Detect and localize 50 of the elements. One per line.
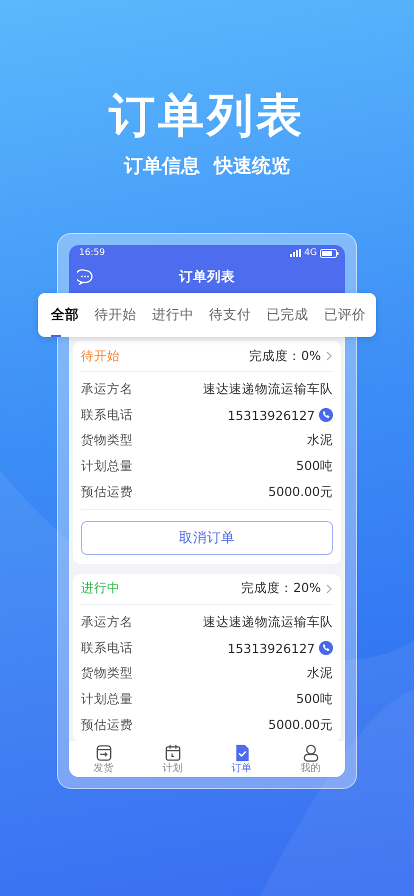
phone-icon[interactable] [319,641,333,656]
field-label: 承运方名 [81,614,133,632]
field-value: 5000.00元 [268,484,333,501]
field-label: 货物类型 [81,432,133,450]
nav-tab[interactable]: 我的 [286,743,336,774]
field-value: 5000.00元 [268,716,333,734]
progress-text: 完成度：0% [249,348,321,364]
tab[interactable]: 进行中 [152,293,194,337]
cancel-order-button[interactable]: 取消订单 [81,520,333,555]
field-value: 水泥 [307,665,333,682]
phone-icon[interactable] [319,408,333,422]
tab[interactable]: 已评价 [324,293,366,337]
chevron-icon[interactable] [325,584,333,594]
network-label: 4G [304,248,317,258]
person-icon [300,743,320,763]
chevron-icon[interactable] [325,351,333,361]
field-value: 水泥 [307,432,333,450]
tab[interactable]: 待开始 [94,293,136,337]
calendar-icon [162,743,182,763]
field-label: 预估运费 [81,484,133,501]
order-status: 进行中 [81,580,120,598]
field-value: 速达速递物流运输车队 [203,381,333,398]
field-label: 联系电话 [81,406,133,424]
field-label: 计划总量 [81,458,133,476]
field-value: 500吨 [296,458,333,476]
promo-title: 订单列表 [109,87,305,144]
battery-icon [320,248,339,258]
field-value: 15313926127 [228,640,315,656]
promo-subtitle: 快速统览 [214,154,290,179]
status-time: 16:59 [79,248,105,258]
field-label: 计划总量 [81,691,133,708]
chat-bubble-icon[interactable] [77,269,93,285]
signal-icon [290,249,302,257]
field-label: 货物类型 [81,665,133,682]
tab[interactable]: 已完成 [266,293,309,337]
nav-tab[interactable]: 计划 [148,743,198,774]
promo-subtitle: 订单信息 [124,154,200,179]
field-value: 速达速递物流运输车队 [203,614,333,632]
app-title: 订单列表 [179,268,235,286]
nav-tab[interactable]: 发货 [78,743,128,774]
field-label: 联系电话 [81,640,133,657]
nav-tab[interactable]: 订单 [216,743,266,774]
tab[interactable]: 待支付 [209,293,252,337]
field-value: 500吨 [296,691,333,708]
field-value: 15313926127 [228,408,315,423]
progress-text: 完成度：20% [241,580,321,598]
field-label: 预估运费 [81,716,133,734]
field-label: 承运方名 [81,381,133,398]
order-status: 待开始 [81,348,120,364]
tab[interactable]: 全部 [51,293,79,337]
